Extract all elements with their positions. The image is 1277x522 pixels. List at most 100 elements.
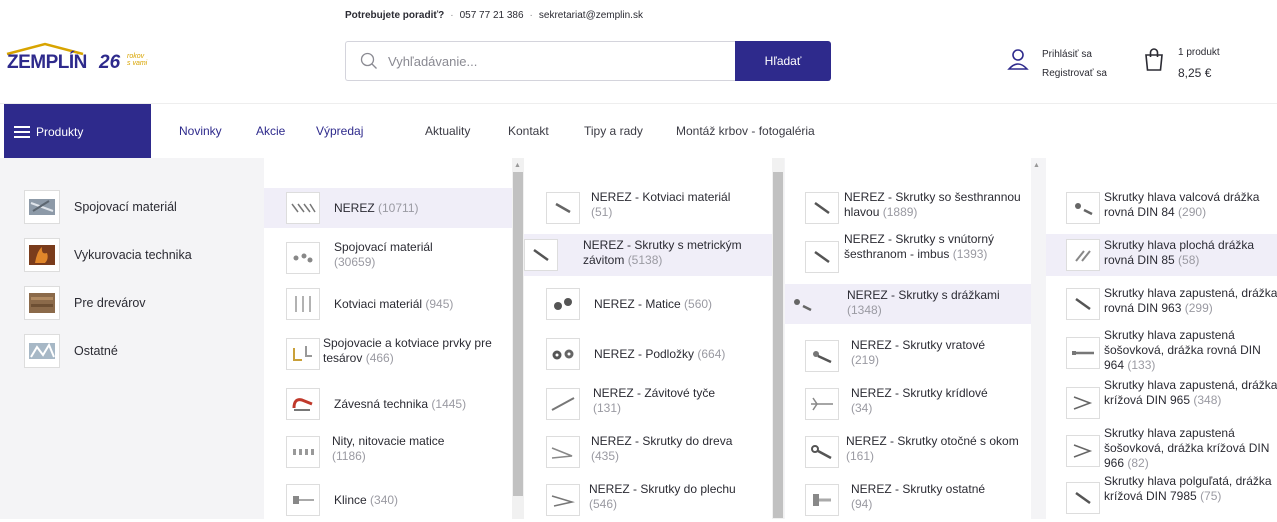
list-item[interactable]: Skrutky hlava zapustená šošovková, drážk… bbox=[1046, 328, 1277, 378]
list-item[interactable]: Skrutky hlava polguľatá, drážka krížová … bbox=[1046, 474, 1277, 519]
category-label: NEREZ - Skrutky do dreva (435) bbox=[591, 434, 733, 463]
cart-count: 1 produkt bbox=[1178, 47, 1220, 58]
login-link[interactable]: Prihlásiť sa bbox=[1042, 45, 1107, 64]
nav-link-aktuality[interactable]: Aktuality bbox=[425, 124, 470, 138]
category-label: Skrutky hlava zapustená šošovková, drážk… bbox=[1104, 328, 1261, 372]
main-navigation: Produkty Novinky Akcie Výpredaj Aktualit… bbox=[0, 103, 1277, 159]
category-label: Spojovací materiál (30659) bbox=[334, 240, 433, 269]
cart-summary[interactable]: 1 produkt 8,25 € bbox=[1178, 43, 1220, 83]
products-label: Produkty bbox=[36, 124, 84, 139]
column-1-scrollbar[interactable]: ▲ bbox=[512, 158, 524, 519]
list-item[interactable]: Skrutky hlava valcová drážka rovná DIN 8… bbox=[1046, 184, 1277, 230]
list-item[interactable]: Spojovací materiál (30659) bbox=[264, 236, 512, 280]
product-thumbnail bbox=[286, 192, 320, 224]
product-thumbnail bbox=[546, 484, 580, 516]
nav-link-novinky[interactable]: Novinky bbox=[179, 124, 222, 138]
scrollbar-thumb[interactable] bbox=[773, 172, 783, 518]
list-item[interactable]: Kotviaci materiál (945) bbox=[264, 284, 512, 324]
nav-link-kontakt[interactable]: Kontakt bbox=[508, 124, 549, 138]
product-thumbnail bbox=[785, 288, 819, 320]
scroll-up-icon[interactable]: ▲ bbox=[1033, 162, 1040, 170]
list-item[interactable]: NEREZ - Skrutky s vnútorný šesthranom - … bbox=[785, 232, 1031, 282]
nav-link-tipy[interactable]: Tipy a rady bbox=[584, 124, 643, 138]
product-thumbnail bbox=[1066, 192, 1100, 224]
sidebar-item-ostatne[interactable]: Ostatné bbox=[24, 334, 118, 368]
top-contact-bar: Potrebujete poradiť? · 057 77 21 386 · sekre… bbox=[345, 10, 643, 21]
category-label: Kotviaci materiál (945) bbox=[334, 297, 454, 311]
list-item[interactable]: NEREZ - Kotviaci materiál (51) bbox=[524, 184, 772, 230]
sidebar-item-label: Spojovací materiál bbox=[74, 200, 177, 214]
nav-link-vypredaj[interactable]: Výpredaj bbox=[316, 124, 363, 138]
list-item[interactable]: Skrutky hlava plochá drážka rovná DIN 85… bbox=[1046, 234, 1277, 276]
register-link[interactable]: Registrovať sa bbox=[1042, 64, 1107, 83]
list-item[interactable]: NEREZ - Skrutky do plechu (546) bbox=[524, 476, 772, 522]
nav-link-montaz[interactable]: Montáž krbov - fotogaléria bbox=[676, 124, 815, 138]
category-column-3: NEREZ - Skrutky so šesthrannou hlavou (1… bbox=[785, 158, 1031, 519]
product-thumbnail bbox=[546, 436, 580, 468]
list-item[interactable]: Skrutky hlava zapustená, drážka rovná DI… bbox=[1046, 280, 1277, 326]
account-links: Prihlásiť sa Registrovať sa bbox=[1042, 45, 1107, 83]
hamburger-icon bbox=[14, 126, 30, 138]
category-thumbnail bbox=[24, 238, 60, 272]
list-item[interactable]: NEREZ - Skrutky krídlové (34) bbox=[785, 380, 1031, 426]
search-input[interactable] bbox=[388, 50, 718, 72]
product-thumbnail bbox=[805, 484, 839, 516]
list-item[interactable]: Skrutky hlava zapustená šošovková, drážk… bbox=[1046, 426, 1277, 474]
list-item[interactable]: Nity, nitovacie matice (1186) bbox=[264, 430, 512, 474]
list-item[interactable]: NEREZ - Skrutky ostatné (94) bbox=[785, 476, 1031, 522]
category-label: NEREZ - Skrutky s vnútorný šesthranom - … bbox=[844, 232, 995, 261]
email-link[interactable]: sekretariat@zemplin.sk bbox=[539, 10, 643, 21]
product-thumbnail bbox=[1066, 482, 1100, 514]
scrollbar-thumb[interactable] bbox=[513, 172, 523, 496]
list-item[interactable]: NEREZ - Skrutky s drážkami (1348) bbox=[785, 284, 1031, 324]
cart-bag-icon[interactable] bbox=[1144, 48, 1164, 72]
category-label: NEREZ - Matice (560) bbox=[594, 297, 713, 311]
logo-number: 26 bbox=[99, 52, 121, 73]
category-thumbnail bbox=[24, 334, 60, 368]
list-item[interactable]: NEREZ - Skrutky do dreva (435) bbox=[524, 428, 772, 474]
product-thumbnail bbox=[1066, 239, 1100, 271]
list-item[interactable]: Spojovacie a kotviace prvky pre tesárov … bbox=[264, 332, 512, 376]
category-thumbnail bbox=[24, 190, 60, 224]
sidebar-item-vykurovacia[interactable]: Vykurovacia technika bbox=[24, 238, 192, 272]
product-thumbnail bbox=[286, 242, 320, 274]
category-sidebar: Spojovací materiál Vykurovacia technika … bbox=[0, 158, 264, 519]
category-label: NEREZ (10711) bbox=[334, 201, 419, 215]
list-item[interactable]: Závesná technika (1445) bbox=[264, 384, 512, 424]
list-item[interactable]: NEREZ (10711) bbox=[264, 188, 512, 228]
sidebar-item-spojovaci[interactable]: Spojovací materiál bbox=[24, 190, 177, 224]
list-item[interactable]: NEREZ - Skrutky otočné s okom (161) bbox=[785, 428, 1031, 474]
list-item[interactable]: NEREZ - Závitové tyče (131) bbox=[524, 380, 772, 426]
category-label: Skrutky hlava zapustená šošovková, drážk… bbox=[1104, 426, 1270, 470]
column-3-scrollbar[interactable]: ▲ bbox=[1031, 158, 1043, 519]
category-label: Skrutky hlava zapustená, drážka rovná DI… bbox=[1104, 286, 1277, 315]
list-item[interactable]: NEREZ - Skrutky s metrickým závitom (513… bbox=[524, 234, 772, 276]
list-item[interactable]: NEREZ - Podložky (664) bbox=[524, 334, 772, 374]
list-item[interactable]: NEREZ - Skrutky so šesthrannou hlavou (1… bbox=[785, 184, 1031, 230]
product-thumbnail bbox=[524, 239, 558, 271]
products-menu-button[interactable]: Produkty bbox=[4, 104, 151, 159]
sidebar-item-label: Pre drevárov bbox=[74, 296, 146, 310]
category-column-4: Skrutky hlava valcová drážka rovná DIN 8… bbox=[1046, 158, 1277, 519]
category-label: Spojovacie a kotviace prvky pre tesárov … bbox=[323, 336, 492, 365]
list-item[interactable]: Skrutky hlava zapustená, drážka krížová … bbox=[1046, 378, 1277, 426]
sidebar-item-drevari[interactable]: Pre drevárov bbox=[24, 286, 146, 320]
column-2-scrollbar[interactable] bbox=[772, 158, 784, 519]
phone-link[interactable]: 057 77 21 386 bbox=[460, 10, 524, 21]
product-thumbnail bbox=[1066, 337, 1100, 369]
category-label: Klince (340) bbox=[334, 493, 399, 507]
search-button[interactable]: Hľadať bbox=[735, 41, 831, 81]
nav-link-akcie[interactable]: Akcie bbox=[256, 124, 285, 138]
category-label: Skrutky hlava zapustená, drážka krížová … bbox=[1104, 378, 1277, 407]
list-item[interactable]: NEREZ - Skrutky vratové (219) bbox=[785, 332, 1031, 378]
category-column-2: NEREZ - Kotviaci materiál (51) NEREZ - Sk… bbox=[524, 158, 772, 519]
list-item[interactable]: NEREZ - Matice (560) bbox=[524, 284, 772, 324]
list-item[interactable]: Klince (340) bbox=[264, 480, 512, 520]
product-thumbnail bbox=[1066, 387, 1100, 419]
category-label: NEREZ - Skrutky otočné s okom (161) bbox=[846, 434, 1019, 463]
scroll-up-icon[interactable]: ▲ bbox=[514, 162, 521, 170]
user-icon[interactable] bbox=[1007, 48, 1029, 70]
help-text: Potrebujete poradiť? bbox=[345, 10, 445, 21]
site-logo[interactable]: ZEMPLÍN 26 rokov s vami bbox=[5, 42, 165, 74]
category-label: NEREZ - Skrutky vratové (219) bbox=[851, 338, 986, 367]
